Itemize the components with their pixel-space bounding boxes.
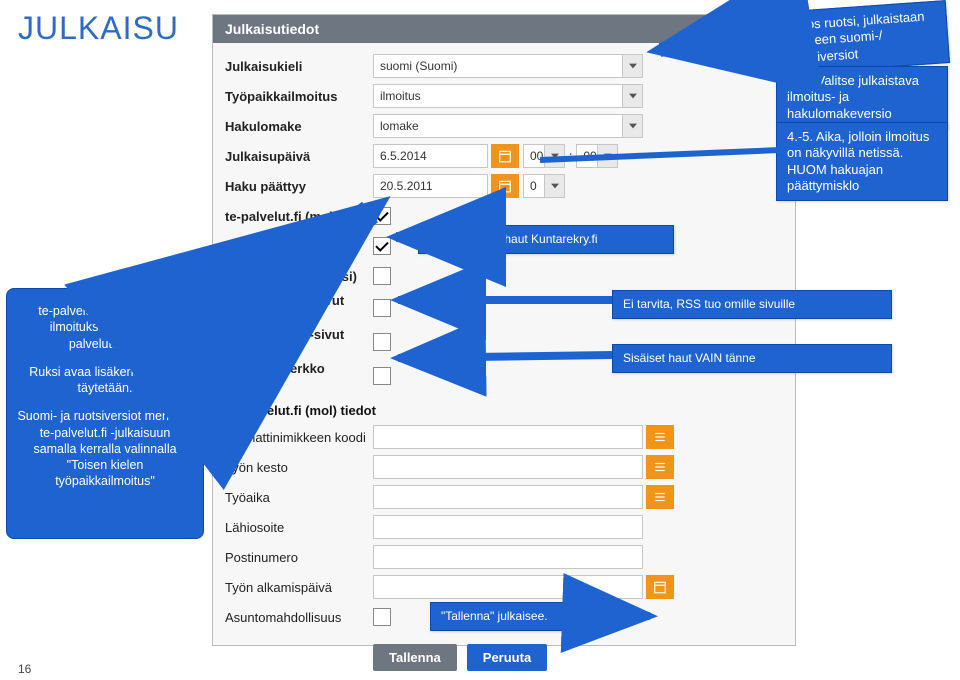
label-postinro: Postinumero xyxy=(213,550,373,565)
checkbox-sisaverkko[interactable] xyxy=(373,367,391,385)
select-julkaisukieli[interactable]: suomi (Suomi) xyxy=(373,54,643,78)
checkbox-omat-sv[interactable] xyxy=(373,333,391,351)
chevron-down-icon xyxy=(622,85,642,107)
label-te-mol: te-palvelut.fi (mol) xyxy=(213,209,373,224)
callout-kuntarekry: Kaikki julkiset haut Kuntarekry.fi xyxy=(418,225,674,254)
leftbox-p1: te-palvelut.fi –valinta vie ilmoituksen … xyxy=(17,303,193,352)
label-kuntarekry-sv: Kuntarekry.fi (Ruotsi) xyxy=(213,269,373,284)
list-icon[interactable] xyxy=(646,485,674,509)
form-header: Julkaisutiedot xyxy=(213,15,795,43)
input-value: 6.5.2014 xyxy=(380,149,427,163)
callout-sisaiset: Sisäiset haut VAIN tänne xyxy=(612,344,892,373)
save-button[interactable]: Tallenna xyxy=(373,644,457,671)
callout-2-3: 2.-3. Valitse julkaistava ilmoitus- ja h… xyxy=(776,66,948,129)
input-ammattikoodi[interactable] xyxy=(373,425,643,449)
label-julkaisukieli: Julkaisukieli xyxy=(213,59,373,74)
label-tyopaikkailmoitus: Työpaikkailmoitus xyxy=(213,89,373,104)
input-alku[interactable] xyxy=(373,575,643,599)
chevron-down-icon xyxy=(622,55,642,77)
leftbox-p2: Ruksi avaa lisäkentät, jotka täytetään. xyxy=(17,364,193,397)
label-kuntarekry-fi: Kuntarekry.fi (Suomi) xyxy=(213,239,373,254)
slide-title: JULKAISU xyxy=(18,10,179,47)
chevron-down-icon xyxy=(544,145,564,167)
checkbox-kuntarekry-fi[interactable] xyxy=(373,237,391,255)
label-julkaisupaiva: Julkaisupäivä xyxy=(213,149,373,164)
label-aika: Työaika xyxy=(213,490,373,505)
select-value: suomi (Suomi) xyxy=(380,59,457,73)
select-tyopaikkailmoitus[interactable]: ilmoitus xyxy=(373,84,643,108)
leftbox-p3: Suomi- ja ruotsiversiot menevät te-palve… xyxy=(17,408,193,489)
label-kesto: Työn kesto xyxy=(213,460,373,475)
select-value: 0 xyxy=(530,179,537,193)
label-ammattikoodi: Ammattinimikkeen koodi xyxy=(213,430,373,445)
select-hh[interactable]: 00 xyxy=(523,144,565,168)
select-hakulomake[interactable]: lomake xyxy=(373,114,643,138)
checkbox-omat-fi[interactable] xyxy=(373,299,391,317)
cancel-button[interactable]: Peruuta xyxy=(467,644,547,671)
input-aika[interactable] xyxy=(373,485,643,509)
checkbox-asunto[interactable] xyxy=(373,608,391,626)
label-omat-sv: Omat Internet-sivut (Ruotsi) xyxy=(213,327,373,357)
select-hh[interactable]: 0 xyxy=(523,174,565,198)
input-postinro[interactable] xyxy=(373,545,643,569)
input-kesto[interactable] xyxy=(373,455,643,479)
chevron-down-icon xyxy=(597,145,617,167)
left-help-box: te-palvelut.fi –valinta vie ilmoituksen … xyxy=(6,288,204,539)
callout-rss: Ei tarvita, RSS tuo omille sivuille xyxy=(612,290,892,319)
callout-1: 1. Jos ruotsi, julkaistaan erikseen suom… xyxy=(774,0,950,75)
select-mm[interactable]: 00 xyxy=(576,144,618,168)
callout-tallenna: "Tallenna" julkaisee. xyxy=(430,602,590,631)
input-value: 20.5.2011 xyxy=(380,179,433,193)
label-alku: Työn alkamispäivä xyxy=(213,580,373,595)
calendar-icon[interactable] xyxy=(491,144,519,168)
select-value: lomake xyxy=(380,119,419,133)
form-panel: Julkaisutiedot Julkaisukieli suomi (Suom… xyxy=(212,14,796,646)
label-hakulomake: Hakulomake xyxy=(213,119,373,134)
input-osoite[interactable] xyxy=(373,515,643,539)
label-omat-fi: Omat internet-sivut (Suomi) xyxy=(213,293,373,323)
label-sisaverkko: Oma sisäverkko (Ruotsi) xyxy=(213,361,373,391)
select-value: 00 xyxy=(530,149,543,163)
label-osoite: Lähiosoite xyxy=(213,520,373,535)
calendar-icon[interactable] xyxy=(646,575,674,599)
calendar-icon[interactable] xyxy=(491,174,519,198)
page-number: 16 xyxy=(18,662,31,676)
chevron-down-icon xyxy=(622,115,642,137)
time-sep: : xyxy=(569,149,572,163)
input-julkaisupaiva-date[interactable]: 6.5.2014 xyxy=(373,144,488,168)
label-haku-paattyy: Haku päättyy xyxy=(213,179,373,194)
chevron-down-icon xyxy=(544,175,564,197)
input-haku-paattyy-date[interactable]: 20.5.2011 xyxy=(373,174,488,198)
label-asunto: Asuntomahdollisuus xyxy=(213,610,373,625)
select-value: 00 xyxy=(583,149,596,163)
section-te-tiedot: te-palvelut.fi (mol) tiedot xyxy=(213,393,791,422)
list-icon[interactable] xyxy=(646,455,674,479)
callout-4-5: 4.-5. Aika, jolloin ilmoitus on näkyvill… xyxy=(776,122,948,201)
checkbox-kuntarekry-sv[interactable] xyxy=(373,267,391,285)
select-value: ilmoitus xyxy=(380,89,421,103)
list-icon[interactable] xyxy=(646,425,674,449)
checkbox-te-mol[interactable] xyxy=(373,207,391,225)
